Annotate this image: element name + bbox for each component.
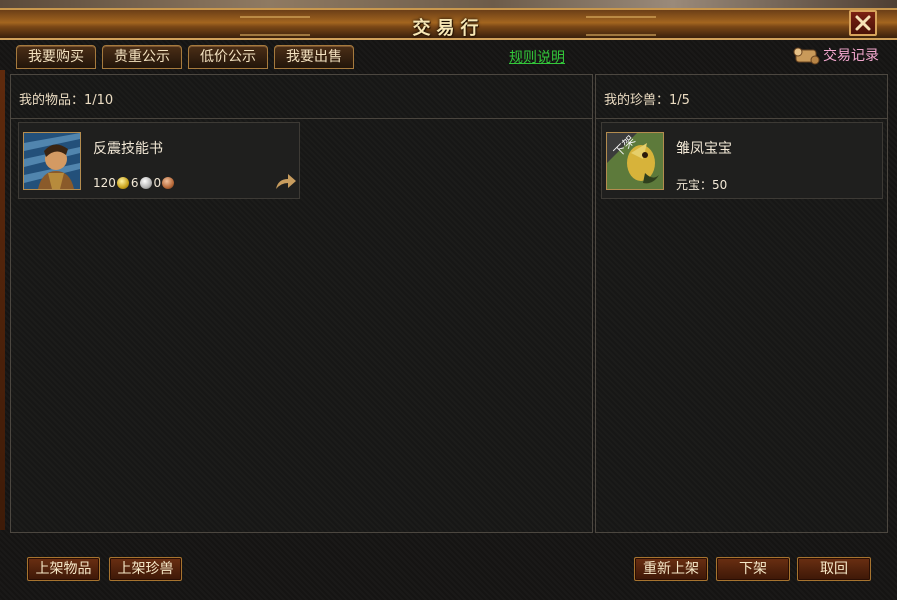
delist-button[interactable]: 下架 <box>716 557 790 581</box>
list-pet-button[interactable]: 上架珍兽 <box>109 557 182 581</box>
scroll-icon <box>793 47 820 65</box>
window-left-edge <box>0 70 5 530</box>
price-silver-value: 6 <box>130 176 139 190</box>
tab-valuable-notice[interactable]: 贵重公示 <box>102 45 182 69</box>
relist-button[interactable]: 重新上架 <box>634 557 708 581</box>
my-pets-count: 我的珍兽：1/5 <box>604 93 690 108</box>
my-pets-header: 我的珍兽：1/5 <box>596 75 887 119</box>
tab-bar: 我要购买 贵重公示 低价公示 我要出售 <box>16 45 354 69</box>
price-gold-value: 120 <box>93 176 116 190</box>
close-button[interactable] <box>849 10 877 36</box>
tab-buy[interactable]: 我要购买 <box>16 45 96 69</box>
my-items-panel: 我的物品：1/10 反震技能书 120 6 0 <box>10 74 593 533</box>
list-item-button[interactable]: 上架物品 <box>27 557 100 581</box>
silver-coin-icon <box>139 177 152 189</box>
warrior-portrait-icon <box>23 132 81 190</box>
pet-name: 雏凤宝宝 <box>676 141 732 157</box>
my-items-count: 我的物品：1/10 <box>19 93 114 108</box>
price-copper-value: 0 <box>153 176 162 190</box>
my-pets-panel: 我的珍兽：1/5 下架 雏凤宝宝 元宝：50 <box>595 74 888 533</box>
retrieve-button[interactable]: 取回 <box>797 557 871 581</box>
pet-price: 元宝：50 <box>676 178 728 192</box>
trade-record-label: 交易记录 <box>823 48 879 64</box>
my-items-header: 我的物品：1/10 <box>11 75 592 119</box>
copper-coin-icon <box>162 177 175 189</box>
rules-link[interactable]: 规则说明 <box>509 47 565 67</box>
pet-card[interactable]: 下架 雏凤宝宝 元宝：50 <box>601 122 883 199</box>
close-icon <box>855 15 871 31</box>
trade-record-button[interactable]: 交易记录 <box>793 44 879 66</box>
tab-lowprice-notice[interactable]: 低价公示 <box>188 45 268 69</box>
gold-coin-icon <box>116 177 129 189</box>
trade-window: 交易行 我要购买 贵重公示 低价公示 我要出售 规则说明 交易记录 我的物品：1… <box>0 0 897 600</box>
phoenix-pet-icon: 下架 <box>606 132 664 190</box>
window-title: 交易行 <box>412 18 485 39</box>
title-bar: 交易行 <box>0 8 897 40</box>
item-price: 120 6 0 <box>93 176 176 190</box>
background-scenery <box>0 0 897 8</box>
item-card[interactable]: 反震技能书 120 6 0 <box>18 122 300 199</box>
tab-sell[interactable]: 我要出售 <box>274 45 354 69</box>
item-name: 反震技能书 <box>93 141 163 157</box>
share-arrow-icon[interactable] <box>274 171 298 191</box>
